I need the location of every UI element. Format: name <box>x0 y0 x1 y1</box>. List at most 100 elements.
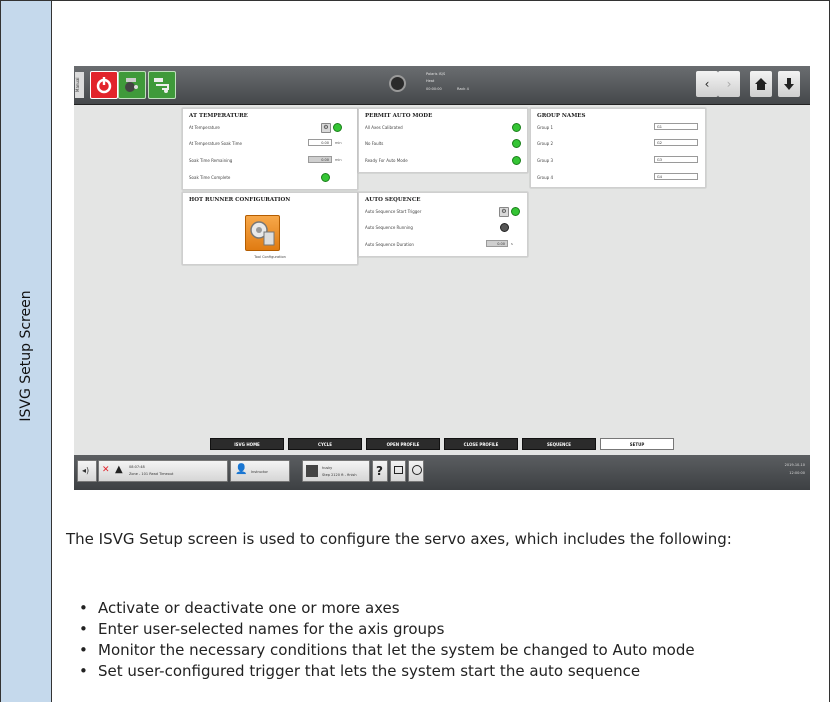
card-title: PERMIT AUTO MODE <box>365 113 433 119</box>
unit-label: min <box>335 141 342 145</box>
group-3-input[interactable]: G3 <box>654 156 698 163</box>
download-button[interactable] <box>778 71 800 97</box>
screenshot-button[interactable] <box>390 460 406 482</box>
tool-configuration-button[interactable] <box>245 215 280 251</box>
row-label: Auto Sequence Running <box>365 225 413 230</box>
help-button[interactable]: ? <box>372 460 388 482</box>
user-label: Instructor <box>251 470 268 474</box>
camera-icon <box>394 466 403 474</box>
group-4-input[interactable]: G4 <box>654 173 698 180</box>
stop-alarm-button[interactable] <box>90 71 118 99</box>
card-title: AUTO SEQUENCE <box>365 197 421 203</box>
screen-tab-bar: ISVG HOME CYCLE OPEN PROFILE CLOSE PROFI… <box>74 435 810 453</box>
list-item-text: Activate or deactivate one or more axes <box>98 599 400 617</box>
tab-sequence[interactable]: SEQUENCE <box>522 438 596 450</box>
tab-close-profile[interactable]: CLOSE PROFILE <box>444 438 518 450</box>
row-label: Group 4 <box>537 175 553 180</box>
robot-arm-icon <box>125 78 138 92</box>
network-button[interactable] <box>408 460 424 482</box>
card-title: GROUP NAMES <box>537 113 586 119</box>
list-item-text: Enter user-selected names for the axis g… <box>98 620 445 638</box>
mold-info-button[interactable]: husky Step 2120 ft - finish <box>302 460 370 482</box>
at-temperature-card: AT TEMPERATURE At Temperature ⚙ At Tempe… <box>182 108 358 190</box>
list-item: • Enter user-selected names for the axis … <box>79 620 445 638</box>
ready-auto-led <box>512 156 521 165</box>
mold-sub-label: Step 2120 ft - finish <box>322 473 357 477</box>
robot-status-button[interactable] <box>118 71 146 99</box>
speaker-icon: ◂) <box>82 466 90 475</box>
unit-label: min <box>335 158 342 162</box>
time-display: 12:00:00 <box>789 471 805 475</box>
hmi-screenshot: Manual Polaris IS/S Heat 00:00:00 Rack 4… <box>74 66 810 490</box>
row-label: At Temperature Soak Time <box>189 141 242 146</box>
chevron-right-icon: › <box>726 77 732 91</box>
soak-remaining-value: 0.00 <box>308 156 332 163</box>
list-item-text: Monitor the necessary conditions that le… <box>98 641 695 659</box>
tab-cycle[interactable]: CYCLE <box>288 438 362 450</box>
back-button[interactable]: ‹ <box>696 71 718 97</box>
gear-tool-icon <box>250 221 275 246</box>
row-label: All Axes Calibrated <box>365 125 403 130</box>
mold-label: husky <box>322 466 333 470</box>
row-label: No Faults <box>365 141 384 146</box>
row-label: Group 2 <box>537 141 553 146</box>
alarm-banner[interactable]: ✕ ▲ 08:07:48 Zone - 101 Read Timeout <box>98 460 228 482</box>
row-label: Ready For Auto Mode <box>365 158 408 163</box>
gear-icon[interactable]: ⚙ <box>499 207 509 217</box>
hot-runner-card: HOT RUNNER CONFIGURATION Tool Configurat… <box>182 192 358 265</box>
sequence-duration-value: 0.00 <box>486 240 508 247</box>
row-label: Auto Sequence Duration <box>365 242 414 247</box>
mute-button[interactable]: ◂) <box>77 460 97 482</box>
user-icon: 👤 <box>235 464 248 475</box>
top-toolbar: Manual Polaris IS/S Heat 00:00:00 Rack 4… <box>74 66 810 105</box>
start-trigger-led <box>511 207 520 216</box>
status-line-2: Heat <box>426 79 435 83</box>
side-label: ISVG Setup Screen <box>18 290 34 422</box>
permit-auto-mode-card: PERMIT AUTO MODE All Axes Calibrated No … <box>358 108 528 173</box>
date-display: 2019-10-10 <box>784 463 805 467</box>
alarm-text: Zone - 101 Read Timeout <box>129 472 174 476</box>
forward-button[interactable]: › <box>718 71 740 97</box>
tool-configuration-label: Tool Configuration <box>254 255 286 259</box>
at-temperature-led <box>333 123 342 132</box>
row-label: At Temperature <box>189 125 220 130</box>
group-1-input[interactable]: G1 <box>654 123 698 130</box>
group-names-card: GROUP NAMES Group 1 G1 Group 2 G2 Group … <box>530 108 706 188</box>
alarm-time: 08:07:48 <box>129 465 145 469</box>
sequence-running-led <box>500 223 509 232</box>
description-text: The ISVG Setup screen is used to configu… <box>66 530 732 548</box>
no-faults-led <box>512 139 521 148</box>
auxiliary-status-button[interactable] <box>148 71 176 99</box>
bottom-status-bar: ◂) ✕ ▲ 08:07:48 Zone - 101 Read Timeout … <box>74 455 810 490</box>
home-button[interactable] <box>750 71 772 97</box>
soak-time-input[interactable]: 0.00 <box>308 139 332 146</box>
feature-list: • Activate or deactivate one or more axes… <box>79 598 695 682</box>
row-label: Soak Time Remaining <box>189 158 233 163</box>
chevron-left-icon: ‹ <box>704 77 710 91</box>
alarm-flag-icon: ✕ <box>102 465 110 475</box>
status-line-3: 00:00:00 <box>426 87 442 91</box>
card-title: HOT RUNNER CONFIGURATION <box>189 197 291 203</box>
tab-isvg-home[interactable]: ISVG HOME <box>210 438 284 450</box>
list-item: • Monitor the necessary conditions that l… <box>79 641 695 659</box>
question-icon: ? <box>376 464 383 478</box>
tab-open-profile[interactable]: OPEN PROFILE <box>366 438 440 450</box>
card-title: AT TEMPERATURE <box>189 113 248 119</box>
list-item: • Set user-configured trigger that lets t… <box>79 662 641 680</box>
list-item: • Activate or deactivate one or more axes <box>79 599 400 617</box>
side-column: ISVG Setup Screen <box>1 1 52 702</box>
manual-mode-tab[interactable]: Manual <box>75 72 84 98</box>
mold-icon <box>306 465 318 477</box>
user-login-button[interactable]: 👤 Instructor <box>230 460 290 482</box>
status-line-1: Polaris IS/S <box>426 72 446 76</box>
gear-icon[interactable]: ⚙ <box>321 123 331 133</box>
auto-sequence-card: AUTO SEQUENCE Auto Sequence Start Trigge… <box>358 192 528 257</box>
conveyor-icon <box>154 78 169 93</box>
arrow-down-icon <box>784 78 794 90</box>
row-label: Group 1 <box>537 125 553 130</box>
group-2-input[interactable]: G2 <box>654 139 698 146</box>
tab-setup[interactable]: SETUP <box>600 438 674 450</box>
status-line-4: Rack 4 <box>457 87 469 91</box>
row-label: Auto Sequence Start Trigger <box>365 209 422 214</box>
globe-icon <box>412 465 422 475</box>
